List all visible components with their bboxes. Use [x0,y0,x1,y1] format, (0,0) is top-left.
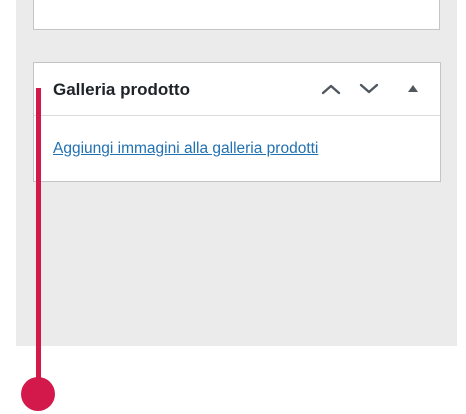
callout-line [36,88,41,388]
chevron-down-icon [359,83,379,94]
chevron-up-icon [321,84,341,95]
metabox-content: Aggiungi immagini alla galleria prodotti [34,116,440,182]
product-gallery-metabox: Galleria prodotto Aggiungi immagini alla… [33,62,441,182]
callout-dot [21,377,55,411]
previous-metabox [33,0,440,30]
metabox-title: Galleria prodotto [53,80,190,99]
move-up-button[interactable] [318,77,344,101]
page: Galleria prodotto Aggiungi immagini alla… [0,0,466,414]
toggle-panel-button[interactable] [400,77,426,101]
move-down-button[interactable] [356,77,382,101]
add-gallery-images-link[interactable]: Aggiungi immagini alla galleria prodotti [53,140,318,158]
triangle-up-icon [408,85,418,92]
metabox-header: Galleria prodotto [34,63,440,116]
